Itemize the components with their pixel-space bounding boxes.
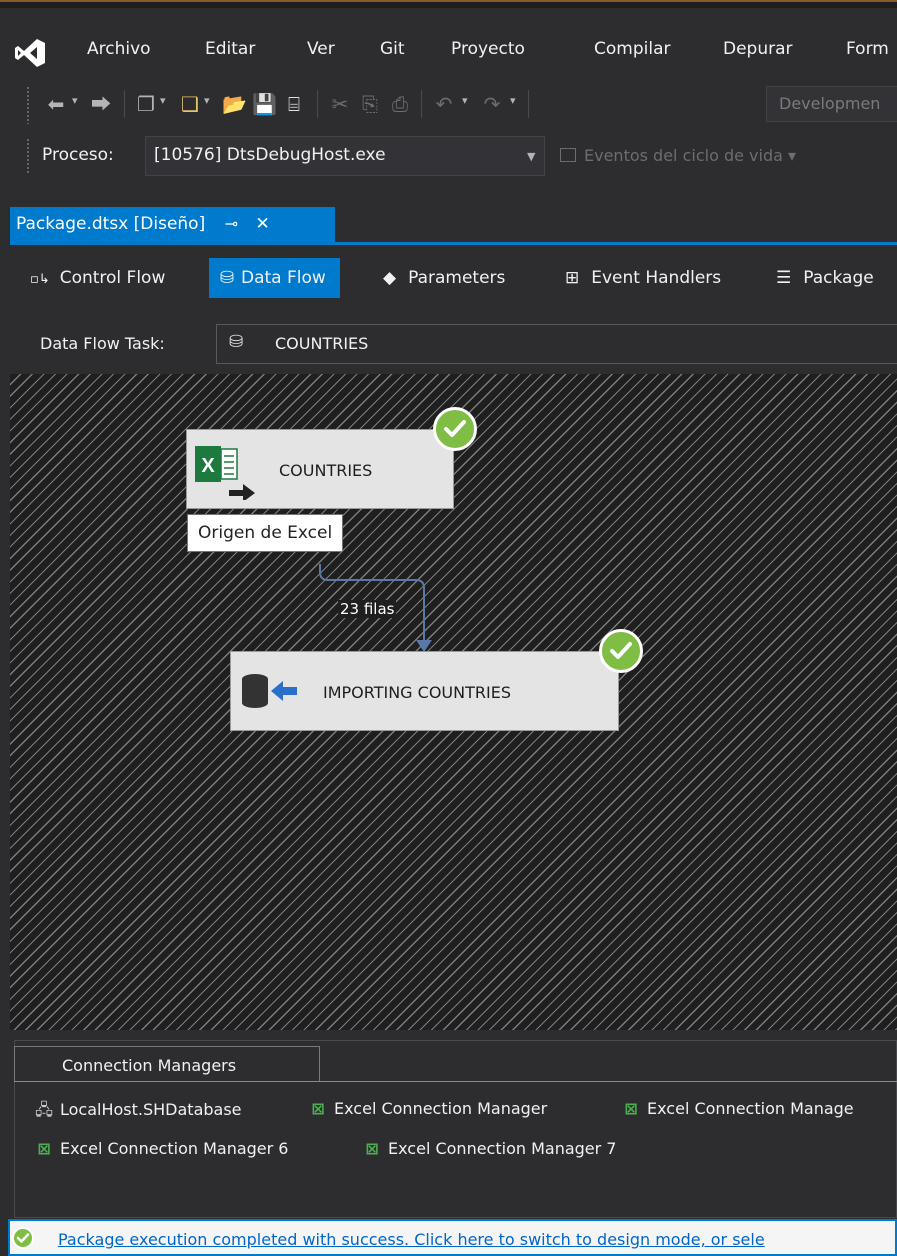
success-check-icon <box>12 1227 34 1249</box>
menu-ver[interactable]: Ver <box>307 39 335 59</box>
lifecycle-events-icon <box>560 148 576 162</box>
menu-formato[interactable]: Form <box>846 39 889 59</box>
visual-studio-logo-icon <box>15 39 45 67</box>
svg-text:X: X <box>201 455 215 477</box>
tab-data-flow[interactable]: ⛁ Data Flow <box>209 258 340 298</box>
open-folder-icon[interactable]: 📂 <box>222 92 247 116</box>
connection-excel-manager-7[interactable]: ⊠ Excel Connection Manager 7 <box>362 1139 616 1158</box>
tab-parameters-label: Parameters <box>408 268 506 288</box>
cut-icon[interactable]: ✂ <box>328 92 352 116</box>
toolbar-separator <box>317 90 318 118</box>
copy-icon[interactable]: ⎘ <box>358 92 382 116</box>
tab-package-explorer[interactable]: ☰ Package <box>776 258 874 298</box>
connection-label: LocalHost.SHDatabase <box>60 1100 242 1119</box>
toolbar-separator <box>528 90 529 118</box>
switch-to-design-mode-link[interactable]: Package execution completed with success… <box>58 1230 765 1249</box>
navigate-back-icon[interactable]: ⬅ <box>44 92 68 116</box>
connection-localhost-shdatabase[interactable]: 🖧 LocalHost.SHDatabase <box>34 1099 242 1126</box>
menu-archivo[interactable]: Archivo <box>87 39 151 59</box>
toolbar-separator <box>124 90 125 118</box>
tab-event-handlers-label: Event Handlers <box>591 268 722 288</box>
tab-data-flow-label: Data Flow <box>241 268 326 288</box>
save-icon[interactable]: 💾 <box>252 92 277 116</box>
ole-db-destination-component[interactable]: IMPORTING COUNTRIES <box>230 651 619 731</box>
menu-bar: Archivo Editar Ver Git Proyecto Compilar… <box>0 8 897 80</box>
source-success-check-icon <box>433 407 477 451</box>
menu-compilar[interactable]: Compilar <box>594 39 670 59</box>
data-flow-task-icon: ⛁ <box>229 332 244 352</box>
tab-underline <box>10 242 897 245</box>
toolbar-grip[interactable] <box>26 138 30 174</box>
redo-dropdown-icon[interactable]: ▾ <box>510 94 516 107</box>
data-flow-canvas[interactable]: X COUNTRIES Origen de Excel 23 filas IMP… <box>10 374 897 1030</box>
excel-connection-icon: ⊠ <box>624 1099 638 1118</box>
paste-icon[interactable]: ⎙ <box>388 92 412 116</box>
connection-excel-manager-6[interactable]: ⊠ Excel Connection Manager 6 <box>34 1139 288 1158</box>
process-label: Proceso: <box>42 145 114 165</box>
data-flow-task-label: Data Flow Task: <box>40 334 165 353</box>
ole-db-destination-name: IMPORTING COUNTRIES <box>323 683 511 702</box>
menu-editar[interactable]: Editar <box>205 39 255 59</box>
process-value: [10576] DtsDebugHost.exe <box>154 145 386 165</box>
add-item-dropdown-icon[interactable]: ▾ <box>204 94 210 107</box>
connection-label: Excel Connection Manager 7 <box>388 1139 617 1158</box>
chevron-down-icon[interactable]: ▼ <box>527 150 535 163</box>
connection-managers-title: Connection Managers <box>62 1056 237 1075</box>
package-explorer-icon: ☰ <box>776 268 792 288</box>
excel-source-icon: X <box>195 446 255 500</box>
navigate-forward-icon[interactable]: ⮕ <box>89 92 113 116</box>
excel-connection-icon: ⊠ <box>365 1139 379 1158</box>
tab-event-handlers[interactable]: ⊞ Event Handlers <box>565 258 721 298</box>
tab-package-explorer-label: Package <box>803 268 874 288</box>
navigate-back-dropdown-icon[interactable]: ▾ <box>72 94 78 107</box>
data-flow-icon: ⛁ <box>219 268 235 288</box>
pin-icon[interactable]: ⊸ <box>225 214 238 233</box>
menu-git[interactable]: Git <box>380 39 405 59</box>
tab-parameters[interactable]: ◆ Parameters <box>383 258 505 298</box>
row-count-label: 23 filas <box>338 600 397 618</box>
toolbar-grip[interactable] <box>26 86 30 124</box>
close-icon[interactable]: ✕ <box>255 214 269 234</box>
connection-excel-manager-truncated[interactable]: ⊠ Excel Connection Manage <box>621 1099 854 1118</box>
parameters-icon: ◆ <box>383 268 397 288</box>
destination-success-check-icon <box>599 629 643 673</box>
toolbar-separator <box>421 90 422 118</box>
event-handlers-icon: ⊞ <box>565 268 580 288</box>
control-flow-icon: ▫↳ <box>30 272 50 287</box>
menu-depurar[interactable]: Depurar <box>723 39 793 59</box>
data-flow-task-value: COUNTRIES <box>275 334 369 353</box>
solution-configuration-dropdown[interactable]: Developmen <box>766 86 897 122</box>
tab-control-flow[interactable]: ▫↳ Control Flow <box>30 258 165 298</box>
new-project-dropdown-icon[interactable]: ▾ <box>160 94 166 107</box>
redo-icon[interactable]: ↷ <box>480 92 504 116</box>
database-connection-icon: 🖧 <box>35 1100 53 1119</box>
connection-excel-manager[interactable]: ⊠ Excel Connection Manager <box>308 1099 547 1118</box>
component-tooltip: Origen de Excel <box>187 514 344 552</box>
excel-connection-icon: ⊠ <box>37 1139 51 1158</box>
lifecycle-events-label: Eventos del ciclo de vida <box>584 146 783 165</box>
connection-label: Excel Connection Manager <box>334 1099 548 1118</box>
connection-label: Excel Connection Manager 6 <box>60 1139 289 1158</box>
save-all-icon[interactable]: ⌸ <box>282 92 306 116</box>
lifecycle-events-dropdown[interactable]: Eventos del ciclo de vida ▾ <box>560 146 796 165</box>
excel-source-component[interactable]: X COUNTRIES <box>186 429 454 509</box>
new-project-icon[interactable]: ❐ <box>134 92 158 116</box>
menu-proyecto[interactable]: Proyecto <box>451 39 525 59</box>
connection-managers-divider <box>14 1081 897 1082</box>
add-item-icon[interactable]: ❑ <box>178 92 202 116</box>
excel-connection-icon: ⊠ <box>311 1099 325 1118</box>
tab-title: Package.dtsx [Diseño] <box>16 214 206 234</box>
excel-source-name: COUNTRIES <box>279 461 373 480</box>
tab-control-flow-label: Control Flow <box>59 268 166 288</box>
window-top-edge <box>0 0 897 8</box>
undo-icon[interactable]: ↶ <box>432 92 456 116</box>
ole-db-destination-icon <box>242 674 297 708</box>
tab-package-dtsx[interactable]: Package.dtsx [Diseño] ⊸ ✕ <box>10 207 335 242</box>
connection-label: Excel Connection Manage <box>647 1099 854 1118</box>
undo-dropdown-icon[interactable]: ▾ <box>462 94 468 107</box>
